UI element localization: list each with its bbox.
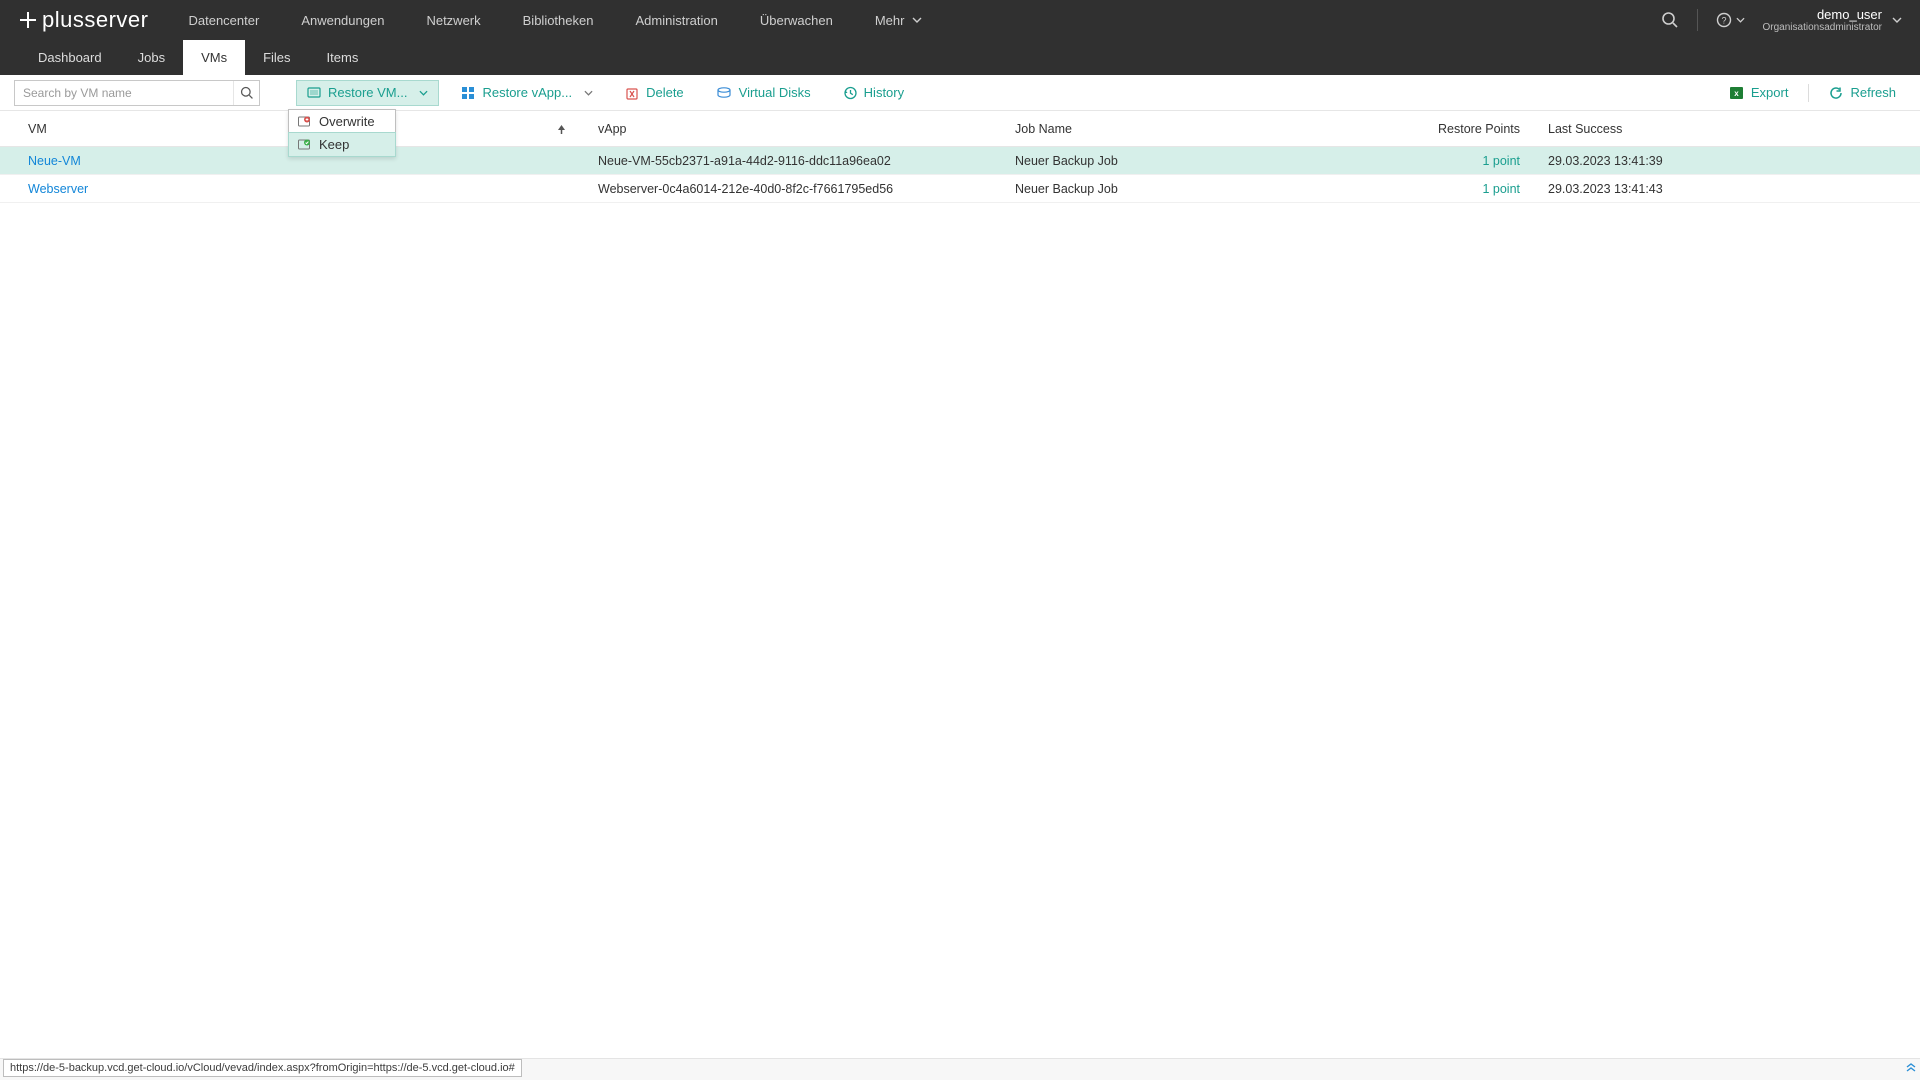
search-box	[14, 80, 260, 106]
excel-icon: x	[1729, 86, 1744, 100]
refresh-icon	[1829, 86, 1843, 100]
last-success-cell: 29.03.2023 13:41:39	[1548, 154, 1663, 168]
global-search-icon[interactable]	[1661, 11, 1679, 29]
dropdown-keep[interactable]: Keep	[288, 132, 396, 157]
col-vm[interactable]: VM	[28, 122, 47, 136]
tab-items[interactable]: Items	[309, 40, 377, 75]
virtual-disks-label: Virtual Disks	[739, 85, 811, 100]
search-icon	[240, 86, 254, 100]
double-chevron-up-icon	[1905, 1061, 1917, 1073]
svg-text:x: x	[1734, 89, 1739, 98]
tab-dashboard[interactable]: Dashboard	[20, 40, 120, 75]
search-button[interactable]	[233, 81, 259, 105]
delete-icon	[625, 86, 639, 100]
delete-label: Delete	[646, 85, 684, 100]
vm-link[interactable]: Webserver	[28, 182, 88, 196]
col-vapp[interactable]: vApp	[598, 122, 627, 136]
vm-icon	[307, 86, 321, 100]
export-button[interactable]: x Export	[1719, 80, 1799, 106]
svg-text:?: ?	[1721, 16, 1726, 26]
restore-vm-dropdown: Overwrite Keep	[288, 109, 396, 157]
user-menu[interactable]: demo_user Organisationsadministrator	[1763, 7, 1903, 33]
vapp-cell: Neue-VM-55cb2371-a91a-44d2-9116-ddc11a96…	[598, 154, 891, 168]
chevron-down-icon	[1736, 17, 1745, 23]
restore-points-link[interactable]: 1 point	[1482, 182, 1520, 196]
col-last-success[interactable]: Last Success	[1548, 122, 1622, 136]
last-success-cell: 29.03.2023 13:41:43	[1548, 182, 1663, 196]
export-label: Export	[1751, 85, 1789, 100]
collapse-handle[interactable]	[1905, 1061, 1917, 1073]
nav-monitor[interactable]: Überwachen	[760, 13, 833, 28]
nav-more[interactable]: Mehr	[875, 13, 923, 28]
vapp-cell: Webserver-0c4a6014-212e-40d0-8f2c-f76617…	[598, 182, 893, 196]
nav-more-label: Mehr	[875, 13, 905, 28]
search-input[interactable]	[15, 86, 233, 100]
col-restore-points[interactable]: Restore Points	[1438, 122, 1520, 136]
restore-vapp-label: Restore vApp...	[482, 85, 572, 100]
vm-link[interactable]: Neue-VM	[28, 154, 81, 168]
tab-vms[interactable]: VMs	[183, 40, 245, 75]
nav-administration[interactable]: Administration	[635, 13, 717, 28]
user-name: demo_user	[1763, 7, 1883, 22]
chevron-down-icon	[584, 90, 593, 96]
nav-applications[interactable]: Anwendungen	[301, 13, 384, 28]
chevron-down-icon	[419, 90, 428, 96]
help-icon: ?	[1716, 12, 1732, 28]
overwrite-icon	[297, 115, 311, 129]
brand-part1: plus	[42, 7, 84, 33]
refresh-button[interactable]: Refresh	[1819, 80, 1906, 106]
restore-vm-label: Restore VM...	[328, 85, 407, 100]
user-role: Organisationsadministrator	[1763, 22, 1883, 33]
chevron-down-icon	[1892, 17, 1902, 23]
brand-part2: server	[84, 7, 148, 33]
disks-icon	[716, 86, 732, 100]
restore-vm-button[interactable]: Restore VM...	[296, 80, 439, 106]
dropdown-overwrite[interactable]: Overwrite	[289, 110, 395, 133]
job-cell: Neuer Backup Job	[1015, 182, 1118, 196]
brand-logo: plus server	[18, 7, 148, 33]
nav-datacenter[interactable]: Datencenter	[188, 13, 259, 28]
vapp-icon	[461, 86, 475, 100]
dropdown-overwrite-label: Overwrite	[319, 114, 375, 129]
col-job[interactable]: Job Name	[1015, 122, 1072, 136]
dropdown-keep-label: Keep	[319, 137, 349, 152]
table-row[interactable]: Webserver Webserver-0c4a6014-212e-40d0-8…	[0, 175, 1920, 203]
status-url: https://de-5-backup.vcd.get-cloud.io/vCl…	[3, 1059, 522, 1077]
job-cell: Neuer Backup Job	[1015, 154, 1118, 168]
plus-icon	[18, 10, 38, 30]
help-menu[interactable]: ?	[1716, 12, 1745, 28]
history-icon	[843, 86, 857, 100]
refresh-label: Refresh	[1850, 85, 1896, 100]
tab-jobs[interactable]: Jobs	[120, 40, 183, 75]
history-label: History	[864, 85, 904, 100]
nav-libraries[interactable]: Bibliotheken	[523, 13, 594, 28]
nav-network[interactable]: Netzwerk	[426, 13, 480, 28]
delete-button[interactable]: Delete	[615, 80, 694, 106]
history-button[interactable]: History	[833, 80, 914, 106]
virtual-disks-button[interactable]: Virtual Disks	[706, 80, 821, 106]
keep-icon	[297, 138, 311, 152]
chevron-down-icon	[912, 17, 922, 23]
restore-vapp-button[interactable]: Restore vApp...	[451, 80, 603, 106]
separator	[1697, 9, 1698, 31]
tab-files[interactable]: Files	[245, 40, 308, 75]
sort-asc-icon[interactable]	[557, 124, 566, 134]
separator	[1808, 84, 1809, 102]
restore-points-link[interactable]: 1 point	[1482, 154, 1520, 168]
